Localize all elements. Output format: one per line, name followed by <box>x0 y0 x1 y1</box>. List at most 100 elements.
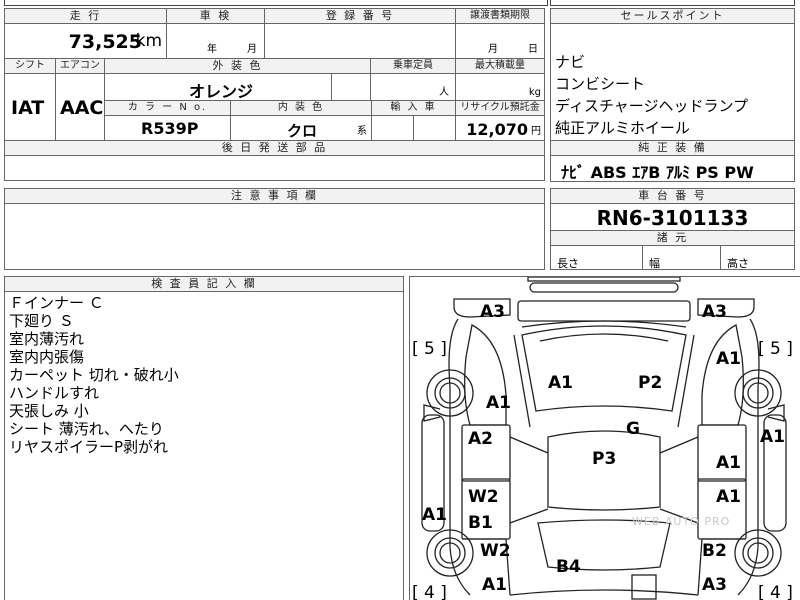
right-top-cutoff <box>550 0 795 6</box>
equipment-cell: ﾅﾋﾞ ABS ｴｱB ｱﾙﾐ PS PW <box>550 155 795 182</box>
dim-width-label: 幅 <box>649 257 660 270</box>
shift-value: IAT <box>11 97 45 119</box>
interior-header: 内 装 色 <box>230 100 372 116</box>
shaken-year-unit: 年 <box>207 44 217 55</box>
damage-map: A3 A3 A1 A1 A1 P2 A1 A1 G A2 P3 A1 W2 A1… <box>409 276 800 600</box>
mileage-value: 73,525 <box>68 31 142 53</box>
ac-header: エアコン <box>55 58 105 74</box>
inspector-line: リヤスポイラーP剥がれ <box>9 438 169 456</box>
color-no-value: R539P <box>141 119 199 138</box>
sales-point-item: コンビシート <box>555 75 646 93</box>
dim-height-label: 高さ <box>727 257 749 270</box>
damage-mark: W2 <box>468 487 499 507</box>
top-cutoff-strip <box>4 0 548 6</box>
damage-mark: P3 <box>592 449 617 469</box>
damage-mark: B2 <box>702 541 727 561</box>
interior-suffix: 系 <box>357 126 367 137</box>
transfer-day-unit: 日 <box>528 44 538 55</box>
mileage-cell: 73,525 km <box>4 23 167 59</box>
tire-bracket: [ 4 ] <box>758 583 793 600</box>
shift-cell: IAT <box>4 73 56 141</box>
interior-value: クロ <box>287 122 318 140</box>
inspector-line: 下廻り Ｓ <box>9 312 74 330</box>
sales-point-box: ナビ コンビシート ディスチャージヘッドランプ 純正アルミホイール <box>550 23 795 141</box>
ext-color-cell: オレンジ <box>104 73 332 101</box>
mileage-header: 走 行 <box>4 8 167 24</box>
inspector-area: Ｆインナー Ｃ 下廻り Ｓ 室内薄汚れ 室内内張傷 カーペット 切れ・破れ小 ハ… <box>4 291 404 600</box>
shaken-month-unit: 月 <box>247 44 257 55</box>
recycle-unit: 円 <box>531 126 541 137</box>
sales-point-item: ナビ <box>555 53 586 71</box>
color-no-cell: R539P <box>104 115 231 141</box>
shift-header: シフト <box>4 58 56 74</box>
chassis-value: RN6-3101133 <box>596 206 749 230</box>
notes-area <box>4 203 545 270</box>
later-parts-header: 後 日 発 送 部 品 <box>4 140 545 156</box>
max-load-header: 最大積載量 <box>455 58 545 74</box>
inspector-line: 室内内張傷 <box>9 348 85 366</box>
inspector-line: カーペット 切れ・破れ小 <box>9 366 179 384</box>
ac-value: AAC <box>60 97 104 119</box>
dim-width-cell: 幅 <box>642 245 721 270</box>
dimensions-header: 諸 元 <box>550 230 795 246</box>
damage-mark: A1 <box>486 393 511 413</box>
sales-point-item: 純正アルミホイール <box>555 119 690 137</box>
import-cell-b <box>413 115 456 141</box>
notes-header: 注 意 事 項 欄 <box>4 188 545 204</box>
ext-color-header: 外 装 色 <box>104 58 371 74</box>
import-header: 輸 入 車 <box>371 100 456 116</box>
import-cell-a <box>371 115 414 141</box>
damage-mark: B4 <box>556 557 581 577</box>
load-unit: kg <box>528 87 541 98</box>
damage-mark: G <box>626 419 640 439</box>
interior-cell: クロ 系 <box>230 115 372 141</box>
damage-mark: P2 <box>638 373 663 393</box>
inspector-header: 検 査 員 記 入 欄 <box>4 276 404 292</box>
damage-mark: W2 <box>480 541 511 561</box>
ac-cell: AAC <box>55 73 105 141</box>
dim-height-cell: 高さ <box>720 245 795 270</box>
damage-mark: A1 <box>422 505 447 525</box>
transfer-header: 譲渡書類期限 <box>455 8 545 24</box>
max-load-cell: kg <box>455 73 545 101</box>
damage-mark: A3 <box>702 575 727 595</box>
mileage-unit: km <box>135 31 162 51</box>
chassis-header: 車 台 番 号 <box>550 188 795 204</box>
inspector-line: 室内薄汚れ <box>9 330 85 348</box>
registration-header: 登 録 番 号 <box>264 8 456 24</box>
tire-bracket: [ 5 ] <box>412 339 447 359</box>
registration-cell <box>264 23 456 59</box>
equipment-value: ﾅﾋﾞ ABS ｴｱB ｱﾙﾐ PS PW <box>561 163 754 182</box>
damage-mark: B1 <box>468 513 493 533</box>
dim-length-cell: 長さ <box>550 245 643 270</box>
sales-point-header: セールスポイント <box>550 8 795 24</box>
inspector-line: 天張しみ 小 <box>9 402 89 420</box>
shaken-header: 車 検 <box>166 8 265 24</box>
recycle-value: 12,070 <box>466 120 528 139</box>
damage-mark: A1 <box>548 373 573 393</box>
inspector-line: ハンドルすれ <box>9 384 100 402</box>
damage-mark: A1 <box>482 575 507 595</box>
recycle-cell: 12,070 円 <box>455 115 545 141</box>
tire-bracket: [ 4 ] <box>412 583 447 600</box>
damage-mark: A1 <box>716 453 741 473</box>
damage-mark: A1 <box>760 427 785 447</box>
equipment-header: 純 正 装 備 <box>550 140 795 156</box>
transfer-cell: 月 日 <box>455 23 545 59</box>
capacity-header: 乗車定員 <box>370 58 456 74</box>
tire-bracket: [ 5 ] <box>758 339 793 359</box>
damage-mark: A1 <box>716 349 741 369</box>
capacity-unit: 人 <box>439 87 449 98</box>
damage-mark: A1 <box>716 487 741 507</box>
inspector-line: シート 薄汚れ、へたり <box>9 420 164 438</box>
capacity-cell: 人 <box>370 73 456 101</box>
ext-color-extra-cell <box>331 73 371 101</box>
inspector-line: Ｆインナー Ｃ <box>9 294 104 312</box>
damage-mark: A3 <box>480 302 505 322</box>
watermark: WEB AUTO PRO <box>632 515 731 528</box>
damage-mark: A2 <box>468 429 493 449</box>
shaken-cell: 年 月 <box>166 23 265 59</box>
dim-length-label: 長さ <box>557 257 579 270</box>
sales-point-item: ディスチャージヘッドランプ <box>555 97 749 115</box>
transfer-month-unit: 月 <box>488 44 498 55</box>
